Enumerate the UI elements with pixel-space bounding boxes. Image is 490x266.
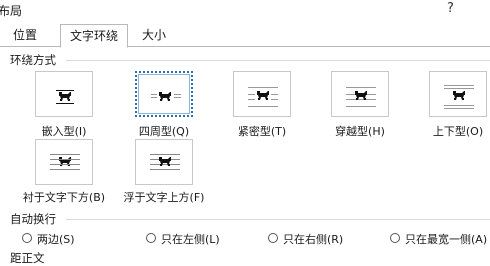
wrap-right-only-label: 只在右侧(R) — [283, 233, 344, 246]
square-wrap-icon — [151, 92, 181, 101]
tab-text-wrapping[interactable]: 文字环绕 — [60, 24, 128, 48]
wrap-in-front-button[interactable] — [135, 139, 193, 185]
wrap-both-sides-label: 两边(S) — [37, 233, 75, 246]
wrap-style-group-label: 环绕方式 — [10, 53, 56, 67]
wrap-tight-button[interactable] — [233, 71, 291, 117]
in-front-of-text-icon — [150, 154, 180, 170]
wrap-largest-side-radio[interactable] — [390, 233, 400, 243]
tab-size[interactable]: 大小 — [134, 26, 174, 45]
wrap-square-button[interactable] — [135, 71, 193, 117]
wrap-top-bottom-label: 上下型(O) — [432, 125, 484, 138]
wrap-behind-text-label: 衬于文字下方(B) — [22, 191, 106, 204]
top-bottom-wrap-icon — [444, 85, 474, 109]
behind-text-icon — [50, 154, 80, 170]
title-bar — [0, 0, 490, 22]
tab-position[interactable]: 位置 — [6, 26, 44, 45]
tight-wrap-icon — [248, 87, 278, 107]
wrap-top-bottom-button[interactable] — [429, 71, 487, 117]
wrap-text-divider — [66, 219, 490, 220]
wrap-style-divider — [66, 60, 490, 61]
inline-with-text-icon — [56, 90, 74, 104]
distance-group-label: 距正文 — [10, 251, 45, 265]
wrap-right-only-radio[interactable] — [268, 233, 278, 243]
wrap-behind-text-button[interactable] — [35, 139, 93, 185]
wrap-inline-button[interactable] — [35, 71, 93, 117]
wrap-both-sides-radio[interactable] — [22, 233, 32, 243]
wrap-text-group-label: 自动换行 — [10, 212, 56, 226]
help-button[interactable]: ? — [447, 1, 454, 16]
dialog-title: 布局 — [0, 4, 23, 18]
wrap-inline-label: 嵌入型(I) — [41, 125, 87, 138]
wrap-in-front-label: 浮于文字上方(F) — [123, 191, 205, 204]
wrap-tight-label: 紧密型(T) — [237, 125, 287, 138]
wrap-through-button[interactable] — [331, 71, 389, 117]
wrap-largest-side-label: 只在最宽一侧(A) — [405, 233, 488, 246]
through-wrap-icon — [346, 87, 376, 107]
wrap-left-only-label: 只在左侧(L) — [161, 233, 220, 246]
wrap-left-only-radio[interactable] — [146, 233, 156, 243]
wrap-square-label: 四周型(Q) — [138, 125, 190, 138]
wrap-through-label: 穿越型(H) — [335, 125, 385, 138]
